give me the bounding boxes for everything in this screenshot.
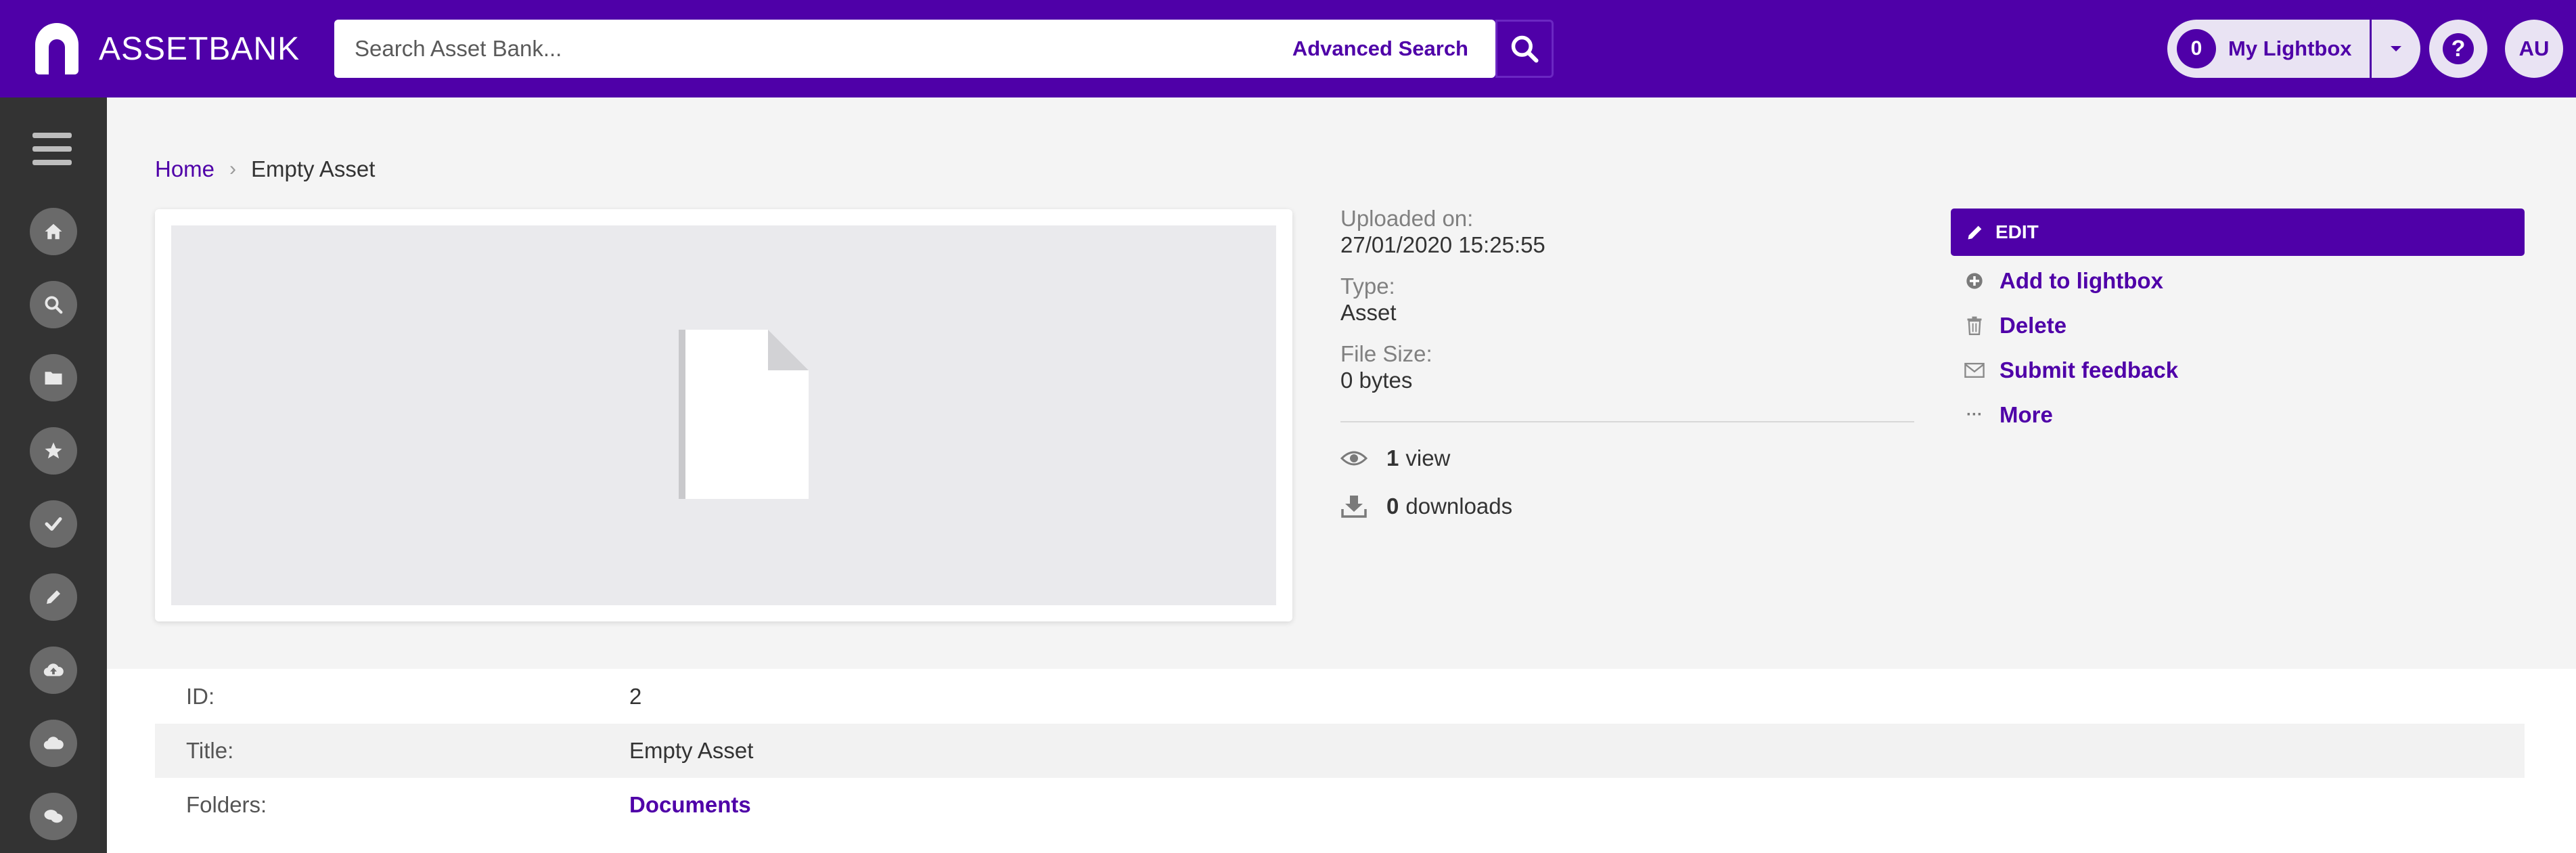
sidebar-item-home[interactable] [30,208,77,255]
pencil-icon [47,590,60,604]
sidebar [0,97,107,853]
search-icon [45,296,63,314]
detail-row-title: Title: Empty Asset [155,724,2525,778]
file-size-value: 0 bytes [1340,368,1413,393]
uploaded-on-label: Uploaded on: [1340,206,1474,231]
submit-feedback-button[interactable]: Submit feedback [1951,348,2525,393]
sidebar-item-search[interactable] [30,281,77,328]
logo-text: ASSETBANK [99,30,300,67]
asset-preview-card [155,209,1292,621]
sidebar-item-folders[interactable] [30,354,77,401]
pencil-icon [1968,225,1982,240]
views-count: 1 [1386,445,1399,471]
detail-row-folders: Folders: Documents [155,778,2525,832]
check-icon [45,517,62,531]
asset-metadata: Uploaded on: 27/01/2020 15:25:55 Type: A… [1340,206,1916,409]
downloads-count: 0 [1386,494,1399,519]
edit-button[interactable]: EDIT [1951,209,2525,256]
lightbox-label: My Lightbox [2228,37,2352,60]
download-icon [1341,496,1367,518]
edit-button-label: EDIT [1995,221,2039,242]
delete-button[interactable]: Delete [1951,303,2525,348]
logo-mark-icon [35,23,78,74]
type-value: Asset [1340,300,1397,325]
sidebar-item-edit[interactable] [30,573,77,621]
lightbox-count-badge: 0 [2177,29,2216,68]
cloud-icon [43,737,64,749]
home-icon [45,223,62,240]
views-label: view [1405,445,1451,471]
menu-toggle-icon[interactable] [32,133,72,165]
sidebar-item-messages[interactable] [30,793,77,840]
caret-down-icon [2390,46,2401,51]
asset-preview[interactable] [171,225,1276,605]
metadata-divider [1340,421,1914,422]
detail-row-id: ID: 2 [155,670,2525,724]
user-avatar[interactable]: AU [2505,20,2563,78]
sidebar-item-favourites[interactable] [30,427,77,475]
asset-bank-logo[interactable]: ASSETBANK [35,23,300,74]
help-button[interactable]: ? [2429,20,2487,78]
top-bar: ASSETBANK Advanced Search 0 My Lightbox … [0,0,2576,97]
type-label: Type: [1340,274,1395,299]
sidebar-item-cloud[interactable] [30,720,77,767]
help-icon: ? [2443,33,2474,64]
uploaded-on-value: 27/01/2020 15:25:55 [1340,232,1545,257]
chat-icon [44,810,63,823]
more-label: More [1999,402,2053,427]
title-value: Empty Asset [629,738,754,763]
views-stat: 1 view [1340,445,1450,471]
downloads-stat: 0 downloads [1340,494,1512,519]
lightbox-group: 0 My Lightbox [2167,20,2420,78]
search-box: Advanced Search [334,20,1495,78]
add-to-lightbox-button[interactable]: Add to lightbox [1951,259,2525,303]
folders-label: Folders: [186,792,267,817]
folder-icon [45,372,62,385]
envelope-icon [1964,362,1985,378]
search-button[interactable] [1495,20,1554,78]
file-size-label: File Size: [1340,341,1432,366]
breadcrumb-home-link[interactable]: Home [155,156,214,182]
star-icon [45,442,62,459]
eye-icon [1340,451,1368,466]
downloads-label: downloads [1405,494,1513,519]
delete-label: Delete [1999,313,2067,338]
more-button[interactable]: ··· More [1951,393,2525,437]
trash-icon [1964,316,1985,335]
title-label: Title: [186,738,234,763]
add-to-lightbox-label: Add to lightbox [1999,268,2163,293]
ellipsis-icon: ··· [1966,406,1983,424]
search-icon [1511,35,1539,63]
sidebar-item-upload[interactable] [30,647,77,694]
my-lightbox-button[interactable]: 0 My Lightbox [2167,20,2372,78]
breadcrumb-current: Empty Asset [251,156,376,181]
file-placeholder-icon [679,330,809,499]
submit-feedback-label: Submit feedback [1999,357,2179,382]
asset-actions: EDIT Add to lightbox Delete Submit feedb… [1951,209,2525,437]
breadcrumb-separator-icon: › [229,158,237,180]
upload-icon [43,663,64,676]
breadcrumb: Home › Empty Asset [155,156,375,182]
sidebar-item-approvals[interactable] [30,500,77,548]
folder-documents-link[interactable]: Documents [629,792,751,818]
advanced-search-link[interactable]: Advanced Search [1292,37,1468,61]
id-label: ID: [186,684,215,709]
plus-circle-icon [1964,271,1985,290]
search-input[interactable] [334,20,1292,78]
id-value: 2 [629,684,642,709]
lightbox-dropdown-button[interactable] [2371,20,2420,78]
